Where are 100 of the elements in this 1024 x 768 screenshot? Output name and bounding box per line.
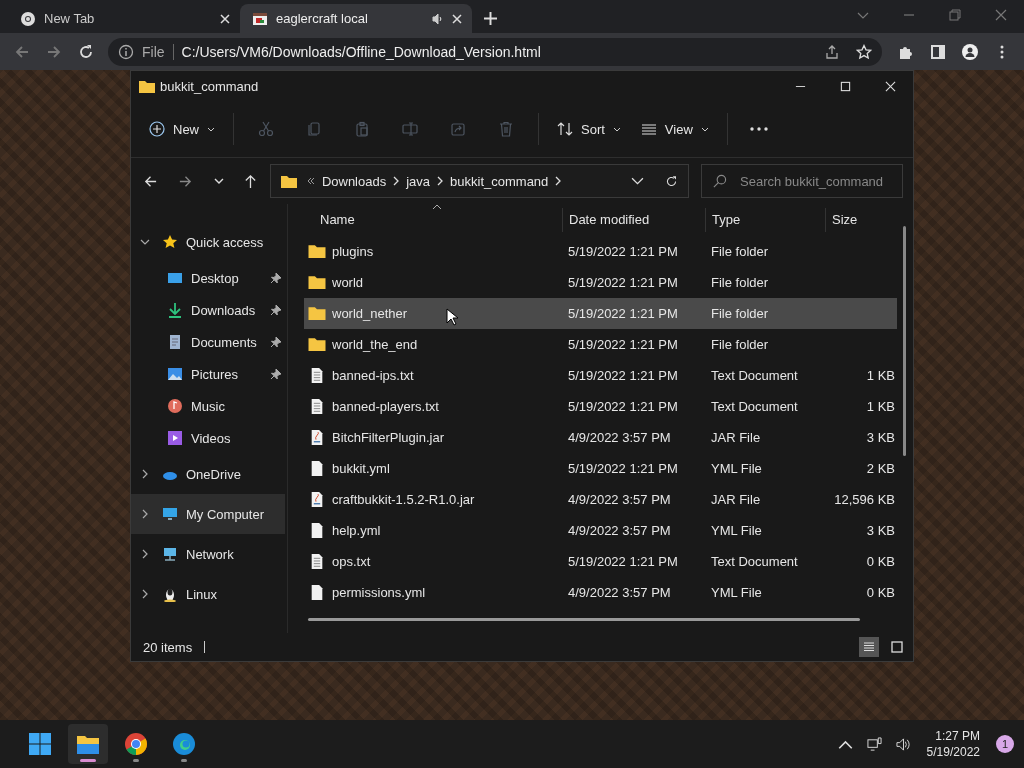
network-icon[interactable]: [866, 736, 882, 752]
column-header[interactable]: Type: [705, 208, 825, 232]
file-name: help.yml: [332, 523, 381, 538]
type-cell-text: YML File: [710, 523, 763, 538]
folder-icon: [308, 305, 326, 322]
date-cell-text: 5/19/2022 1:21 PM: [567, 461, 679, 476]
type-cell-text: YML File: [710, 585, 763, 600]
details-view-icon[interactable]: [859, 637, 879, 657]
close-tab-icon[interactable]: [452, 13, 462, 24]
file-name: bukkit.yml: [332, 461, 390, 476]
file-row[interactable]: banned-players.txt 5/19/2022 1:21 PM Text Document 1 KB: [304, 391, 897, 422]
speaker-icon[interactable]: [432, 12, 444, 25]
file-row[interactable]: permissions.yml 4/9/2022 3:57 PM YML File 0 KB: [304, 577, 897, 608]
chevron-icon[interactable]: [437, 176, 444, 186]
folder-icon[interactable]: [68, 724, 108, 764]
restore-icon[interactable]: [949, 9, 961, 21]
file-name: world: [332, 275, 364, 290]
forward-icon[interactable]: [46, 43, 62, 60]
collapse-chevron-icon[interactable]: [140, 237, 150, 247]
nav-item[interactable]: Pictures: [131, 358, 285, 390]
reload-icon[interactable]: [78, 43, 94, 60]
column-header[interactable]: Date modified: [562, 208, 705, 232]
address-field[interactable]: File C:/Users/VM6/Downloads/Offline_Download_Version.html: [108, 37, 882, 66]
new-button[interactable]: New: [141, 112, 223, 146]
file-row[interactable]: bukkit.yml 5/19/2022 1:21 PM YML File 2 KB: [304, 453, 897, 484]
maximize-icon[interactable]: [840, 80, 851, 92]
horizontal-scrollbar[interactable]: [308, 618, 860, 621]
type-cell-text: File folder: [710, 244, 770, 259]
clock-date[interactable]: 5/19/2022: [926, 744, 980, 760]
breadcrumb-item[interactable]: Downloads: [321, 173, 387, 189]
expand-chevron-icon[interactable]: [140, 509, 150, 519]
refresh-icon[interactable]: [665, 174, 678, 188]
clock-time[interactable]: 1:27 PM: [935, 728, 980, 744]
chevron-icon[interactable]: [555, 176, 562, 186]
picture-icon: [167, 366, 183, 382]
file-name: world_nether: [332, 306, 408, 321]
browser-tab[interactable]: New Tab: [8, 4, 240, 33]
file-name: plugins: [332, 244, 374, 259]
mouse-cursor-icon: [446, 308, 458, 326]
sort-caret-icon: [432, 204, 442, 210]
nav-item[interactable]: OneDrive: [131, 454, 285, 494]
column-header[interactable]: Name: [304, 208, 562, 232]
expand-chevron-icon[interactable]: [140, 469, 150, 479]
nav-item[interactable]: Linux: [131, 574, 285, 614]
nav-item[interactable]: Network: [131, 534, 285, 574]
file-row[interactable]: ops.txt 5/19/2022 1:21 PM Text Document 0 KB: [304, 546, 897, 577]
nav-item[interactable]: My Computer: [131, 494, 285, 534]
file-name: BitchFilterPlugin.jar: [332, 430, 444, 445]
size-cell-text: 0 KB: [865, 554, 896, 569]
recent-dropdown-icon[interactable]: [212, 177, 225, 185]
file-name: world_the_end: [332, 337, 418, 352]
file-row[interactable]: help.yml 4/9/2022 3:57 PM YML File 3 KB: [304, 515, 897, 546]
expand-chevron-icon[interactable]: [140, 589, 150, 599]
nav-item[interactable]: Music: [131, 390, 285, 422]
type-cell-text: File folder: [710, 306, 770, 321]
speaker-icon[interactable]: [895, 736, 911, 752]
breadcrumb-item[interactable]: java: [406, 173, 431, 189]
nav-item[interactable]: Desktop: [131, 262, 285, 294]
expand-chevron-icon[interactable]: [140, 549, 150, 559]
breadcrumb-item[interactable]: bukkit_command: [450, 173, 549, 189]
nav-item[interactable]: Documents: [131, 326, 285, 358]
profile-icon[interactable]: [962, 43, 978, 60]
desktop-icon: [167, 270, 183, 286]
file-row[interactable]: craftbukkit-1.5.2-R1.0.jar 4/9/2022 3:57 PM JAR File 12,596 KB: [304, 484, 897, 515]
type-cell-text: YML File: [710, 461, 763, 476]
more-icon[interactable]: [749, 127, 768, 131]
bookmark-star-icon[interactable]: [856, 43, 872, 60]
date-cell-text: 4/9/2022 3:57 PM: [567, 585, 672, 600]
new-tab-icon[interactable]: [484, 12, 497, 25]
file-row[interactable]: banned-ips.txt 5/19/2022 1:21 PM Text Document 1 KB: [304, 360, 897, 391]
file-row[interactable]: world_nether 5/19/2022 1:21 PM File folder: [304, 298, 897, 329]
close-tab-icon[interactable]: [220, 13, 230, 24]
music-note-icon: [167, 398, 183, 414]
scheme-label: File: [142, 43, 174, 60]
chrome-icon: [20, 10, 36, 27]
column-header[interactable]: Size: [825, 208, 897, 232]
nav-item[interactable]: Videos: [131, 422, 285, 454]
notification-badge[interactable]: 1: [996, 735, 1014, 753]
share-icon[interactable]: [824, 43, 840, 60]
view-button[interactable]: View: [632, 112, 717, 146]
side-panel-icon[interactable]: [930, 43, 946, 60]
file-row[interactable]: world_the_end 5/19/2022 1:21 PM File folder: [304, 329, 897, 360]
item-count: 20 items: [143, 639, 193, 655]
vertical-scrollbar[interactable]: [903, 226, 906, 456]
chevron-icon[interactable]: [393, 176, 400, 186]
size-cell-text: 3 KB: [865, 523, 896, 538]
date-cell-text: 5/19/2022 1:21 PM: [567, 554, 679, 569]
nav-item[interactable]: Quick access: [131, 222, 285, 262]
overflow-chevron-icon[interactable]: [306, 177, 315, 185]
search-field[interactable]: Search bukkit_command: [701, 164, 903, 198]
file-row[interactable]: BitchFilterPlugin.jar 4/9/2022 3:57 PM JAR File 3 KB: [304, 422, 897, 453]
caret-icon: [612, 126, 621, 132]
nav-item[interactable]: Downloads: [131, 294, 285, 326]
sort-button[interactable]: Sort: [549, 112, 629, 146]
url-text: C:/Users/VM6/Downloads/Offline_Download_Version.html: [181, 43, 541, 60]
file-row[interactable]: plugins 5/19/2022 1:21 PM File folder: [304, 236, 897, 267]
date-cell-text: 5/19/2022 1:21 PM: [567, 306, 679, 321]
browser-tab[interactable]: eaglercraft local: [240, 4, 472, 33]
address-field[interactable]: Downloads java bukkit_command: [269, 164, 689, 198]
file-row[interactable]: world 5/19/2022 1:21 PM File folder: [304, 267, 897, 298]
